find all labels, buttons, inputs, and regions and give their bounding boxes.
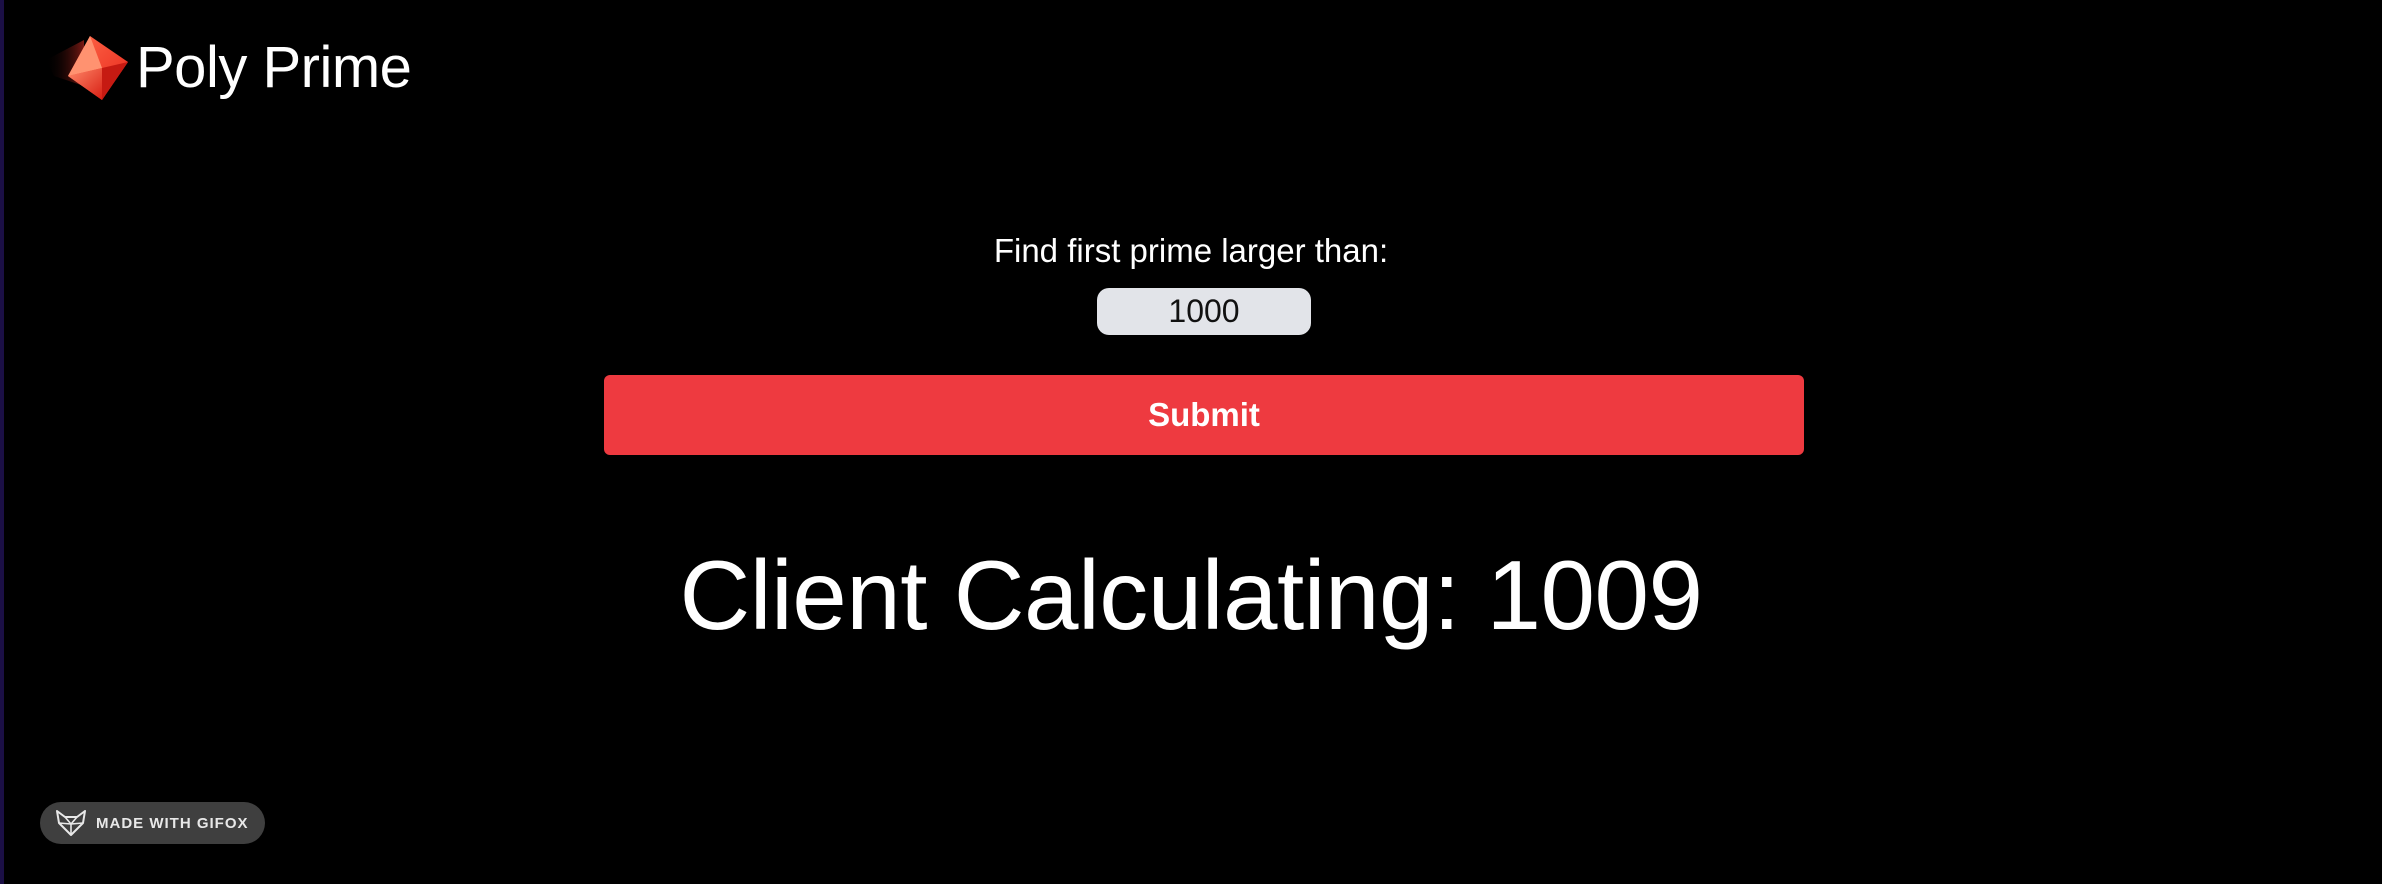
result-prefix: Client Calculating: xyxy=(679,540,1460,650)
badge-text: MADE WITH GIFOX xyxy=(96,814,249,832)
app-header: Poly Prime xyxy=(44,28,412,108)
red-gem-icon xyxy=(46,36,128,100)
number-input[interactable] xyxy=(1097,288,1311,335)
window-left-edge xyxy=(0,0,4,884)
gifox-badge: MADE WITH GIFOX xyxy=(40,802,265,844)
fox-icon xyxy=(56,810,86,836)
app-title: Poly Prime xyxy=(136,35,412,100)
result-display: Client Calculating: 1009 xyxy=(0,540,2382,650)
input-label: Find first prime larger than: xyxy=(993,232,1389,269)
result-value: 1009 xyxy=(1486,540,1704,650)
submit-button[interactable]: Submit xyxy=(604,375,1804,455)
